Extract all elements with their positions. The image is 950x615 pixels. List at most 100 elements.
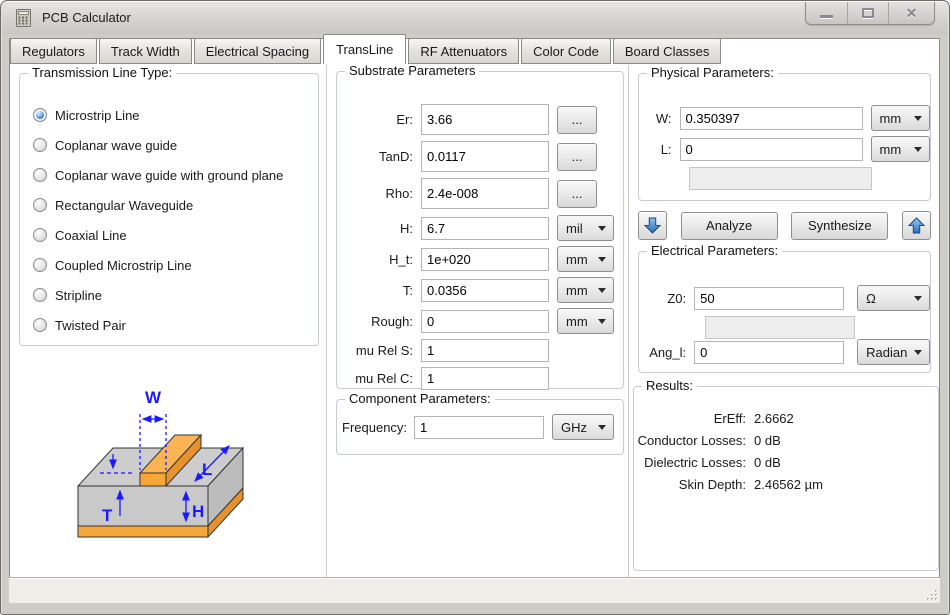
tab-board-classes[interactable]: Board Classes (613, 38, 722, 64)
microstrip-diagram: W L T H (68, 386, 273, 561)
rho-more-button[interactable]: ... (557, 180, 597, 208)
action-button-row: Analyze Synthesize (638, 211, 931, 240)
z0-unit-select[interactable]: Ω (857, 285, 930, 311)
width-input[interactable] (680, 107, 863, 130)
mu-rel-s-input[interactable] (421, 339, 549, 362)
radio-button-icon (33, 138, 47, 152)
group-title: Results: (642, 378, 697, 393)
mu-rel-c-input[interactable] (421, 367, 549, 390)
group-title: Electrical Parameters: (647, 243, 782, 258)
frequency-unit-select[interactable]: GHz (552, 414, 614, 440)
length-input[interactable] (680, 138, 863, 161)
transmission-line-type-group: Transmission Line Type: Microstrip Line … (19, 73, 319, 346)
result-value: 2.6662 (754, 411, 794, 426)
radio-button-icon (33, 168, 47, 182)
radio-coplanar-wave-guide[interactable]: Coplanar wave guide (20, 130, 318, 160)
tab-track-width[interactable]: Track Width (99, 38, 192, 64)
results-group: Results: ErEff:2.6662 Conductor Losses:0… (633, 386, 939, 571)
w-row: W: mm (647, 105, 930, 131)
analyze-button[interactable]: Analyze (681, 212, 778, 240)
chevron-down-icon (914, 147, 922, 156)
chevron-down-icon (914, 296, 922, 305)
dimension-label-w: W (145, 388, 162, 407)
radio-coplanar-wave-guide-ground[interactable]: Coplanar wave guide with ground plane (20, 160, 318, 190)
resize-grip[interactable] (926, 589, 938, 601)
rho-input[interactable] (421, 178, 549, 209)
title-bar[interactable]: PCB Calculator ✕ (2, 2, 948, 34)
radio-button-icon (33, 108, 47, 122)
ereff-result: ErEff:2.6662 (634, 407, 938, 429)
chevron-down-icon (914, 350, 922, 359)
t-unit-select[interactable]: mm (557, 277, 614, 303)
rough-unit-select[interactable]: mm (557, 308, 614, 334)
tab-rf-attenuators[interactable]: RF Attenuators (408, 38, 519, 64)
skin-depth-result: Skin Depth:2.46562 µm (634, 473, 938, 495)
column-divider (628, 65, 629, 577)
physical-parameters-group: Physical Parameters: W: mm L: mm (638, 73, 931, 201)
dimension-label-l: L (202, 460, 212, 479)
tand-row: TanD: ... (343, 141, 623, 172)
chevron-down-icon (914, 116, 922, 125)
frequency-input[interactable] (414, 416, 544, 439)
physical-readonly-field (689, 167, 872, 190)
minimize-button[interactable] (806, 2, 847, 24)
substrate-parameters-group: Substrate Parameters Er: ... TanD: ... R… (336, 71, 624, 389)
synthesize-button[interactable]: Synthesize (791, 212, 888, 240)
l-unit-select[interactable]: mm (871, 136, 930, 162)
radio-button-icon (33, 258, 47, 272)
ang-l-row: Ang_l: Radian (647, 339, 930, 365)
copy-up-button[interactable] (902, 211, 931, 240)
z0-input[interactable] (694, 287, 844, 310)
close-icon: ✕ (906, 6, 918, 20)
copy-down-button[interactable] (638, 211, 667, 240)
rho-row: Rho: ... (343, 178, 623, 209)
er-more-button[interactable]: ... (557, 106, 597, 134)
radio-coaxial-line[interactable]: Coaxial Line (20, 220, 318, 250)
mu-rel-s-row: mu Rel S: (343, 339, 623, 362)
ht-input[interactable] (421, 248, 549, 271)
ht-unit-select[interactable]: mm (557, 246, 614, 272)
result-value: 2.46562 µm (754, 477, 823, 492)
tand-more-button[interactable]: ... (557, 143, 597, 171)
radio-button-icon (33, 288, 47, 302)
radio-button-icon (33, 228, 47, 242)
tab-electrical-spacing[interactable]: Electrical Spacing (194, 38, 321, 64)
chevron-down-icon (598, 226, 606, 235)
h-input[interactable] (421, 217, 549, 240)
radio-button-icon (33, 198, 47, 212)
frequency-row: Frequency: GHz (342, 414, 623, 440)
w-unit-select[interactable]: mm (871, 105, 930, 131)
rough-input[interactable] (421, 310, 549, 333)
result-value: 0 dB (754, 455, 781, 470)
window-title: PCB Calculator (42, 10, 131, 25)
er-input[interactable] (421, 104, 549, 135)
radio-stripline[interactable]: Stripline (20, 280, 318, 310)
chevron-down-icon (598, 319, 606, 328)
tand-input[interactable] (421, 141, 549, 172)
electrical-parameters-group: Electrical Parameters: Z0: Ω Ang_l: Radi… (638, 251, 931, 373)
group-title: Physical Parameters: (647, 65, 778, 80)
result-value: 0 dB (754, 433, 781, 448)
radio-microstrip-line[interactable]: Microstrip Line (20, 100, 318, 130)
dielectric-losses-result: Dielectric Losses:0 dB (634, 451, 938, 473)
conductor-losses-result: Conductor Losses:0 dB (634, 429, 938, 451)
pcb-calculator-window: PCB Calculator ✕ Regulators Track Width … (0, 0, 950, 615)
maximize-button[interactable] (847, 2, 888, 24)
h-unit-select[interactable]: mil (557, 215, 614, 241)
tab-transline[interactable]: TransLine (323, 34, 406, 64)
close-button[interactable]: ✕ (888, 2, 934, 24)
radio-twisted-pair[interactable]: Twisted Pair (20, 310, 318, 340)
t-input[interactable] (421, 279, 549, 302)
radio-coupled-microstrip-line[interactable]: Coupled Microstrip Line (20, 250, 318, 280)
column-divider (326, 65, 327, 577)
radio-rectangular-waveguide[interactable]: Rectangular Waveguide (20, 190, 318, 220)
tab-color-code[interactable]: Color Code (521, 38, 611, 64)
er-row: Er: ... (343, 104, 623, 135)
electrical-readonly-field (705, 316, 855, 339)
ang-l-unit-select[interactable]: Radian (857, 339, 930, 365)
chevron-down-icon (598, 425, 606, 434)
group-title: Transmission Line Type: (28, 65, 176, 80)
ang-l-input[interactable] (694, 341, 844, 364)
tab-regulators[interactable]: Regulators (10, 38, 97, 64)
window-controls: ✕ (805, 2, 935, 25)
